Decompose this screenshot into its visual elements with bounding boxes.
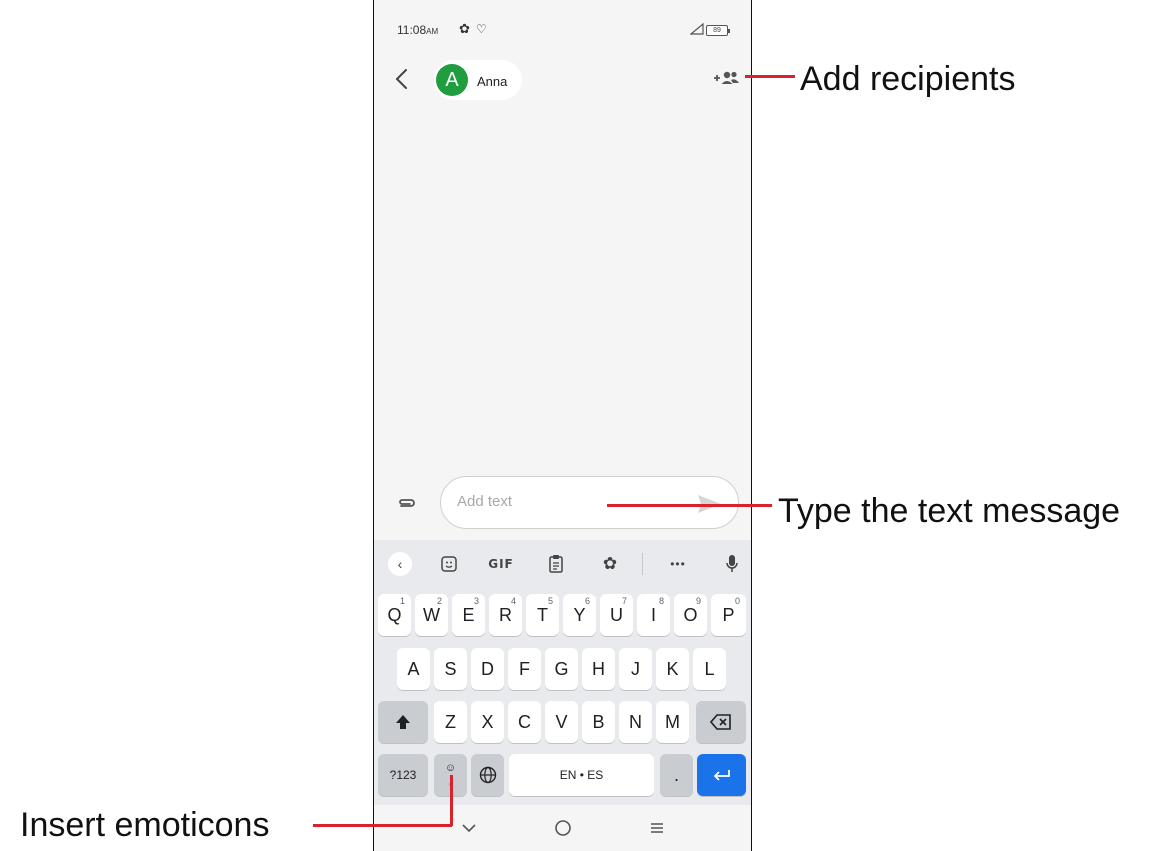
sticker-icon[interactable] [437,552,461,576]
shift-icon [396,715,410,729]
home-circle-icon[interactable] [548,813,578,843]
key-m[interactable]: M [656,701,689,743]
message-input[interactable] [457,493,687,510]
backspace-key[interactable] [696,701,746,743]
clipboard-icon[interactable] [544,552,568,576]
status-bar: 11:08AM ✿ ♡ 89 [374,0,751,44]
status-ampm: AM [426,27,439,36]
key-r[interactable]: R4 [489,594,522,636]
key-p[interactable]: P0 [711,594,746,636]
key-y[interactable]: Y6 [563,594,596,636]
contact-avatar: A [436,64,468,96]
emoticons-leader-horizontal [313,824,452,827]
keyboard-settings-icon[interactable]: ✿ [598,552,622,576]
key-i[interactable]: I8 [637,594,670,636]
settings-notification-icon: ✿ [459,21,470,36]
contact-chip[interactable]: A Anna [434,60,522,100]
status-time: 11:08AM [397,23,439,37]
toolbar-divider [642,553,643,575]
key-o[interactable]: O9 [674,594,707,636]
add-recipients-icon[interactable] [712,68,742,88]
hide-keyboard-chevron-icon[interactable] [454,813,484,843]
gif-button[interactable]: GIF [485,552,517,576]
key-f[interactable]: F [508,648,541,690]
attachment-icon[interactable] [394,492,418,516]
key-k[interactable]: K [656,648,689,690]
phone-screen: 11:08AM ✿ ♡ 89 A Anna Add text ‹ GIF ✿ •… [373,0,752,851]
insert-emoticons-label: Insert emoticons [20,806,270,844]
key-x[interactable]: X [471,701,504,743]
keyboard-toolbar: ‹ GIF ✿ ••• [374,540,751,588]
key-u[interactable]: U7 [600,594,633,636]
key-v[interactable]: V [545,701,578,743]
microphone-icon[interactable] [720,552,744,576]
keyboard: ‹ GIF ✿ ••• Q1 W2 E3 R4 T5 Y6 U7 I8 O 9 … [374,540,751,805]
language-key[interactable] [471,754,504,796]
add-recipients-label: Add recipients [800,60,1016,98]
key-z[interactable]: Z [434,701,467,743]
back-arrow-icon[interactable] [392,67,412,91]
key-j[interactable]: J [619,648,652,690]
system-nav-bar [374,805,751,851]
add-recipients-leader [745,75,795,78]
enter-icon [713,770,730,781]
emoticons-leader-vertical [450,775,453,826]
key-d[interactable]: D [471,648,504,690]
key-s[interactable]: S [434,648,467,690]
space-bar[interactable]: EN • ES [509,754,654,796]
key-e[interactable]: E3 [452,594,485,636]
key-a[interactable]: A [397,648,430,690]
key-t[interactable]: T5 [526,594,559,636]
key-g[interactable]: G [545,648,578,690]
message-text-field[interactable] [440,476,739,529]
key-c[interactable]: C [508,701,541,743]
conversation-app-bar: A Anna [374,50,751,110]
globe-icon [479,766,496,784]
enter-key[interactable] [697,754,746,796]
battery-icon: 89 [706,25,730,36]
key-q[interactable]: Q1 [378,594,411,636]
key-b[interactable]: B [582,701,615,743]
recents-menu-icon[interactable] [642,813,672,843]
period-key[interactable]: . [660,754,693,796]
type-text-label: Type the text message [778,492,1121,530]
backspace-icon [710,714,731,730]
key-h[interactable]: H [582,648,615,690]
key-n[interactable]: N [619,701,652,743]
key-l[interactable]: L [693,648,726,690]
toolbar-collapse-icon[interactable]: ‹ [388,552,412,576]
more-options-icon[interactable]: ••• [666,552,690,576]
key-w[interactable]: W2 [415,594,448,636]
heart-notification-icon: ♡ [476,22,487,36]
shift-key[interactable] [378,701,428,743]
signal-icon [690,23,704,35]
type-text-leader [607,504,772,507]
contact-name: Anna [477,74,508,89]
symbols-key[interactable]: ?123 [378,754,428,796]
